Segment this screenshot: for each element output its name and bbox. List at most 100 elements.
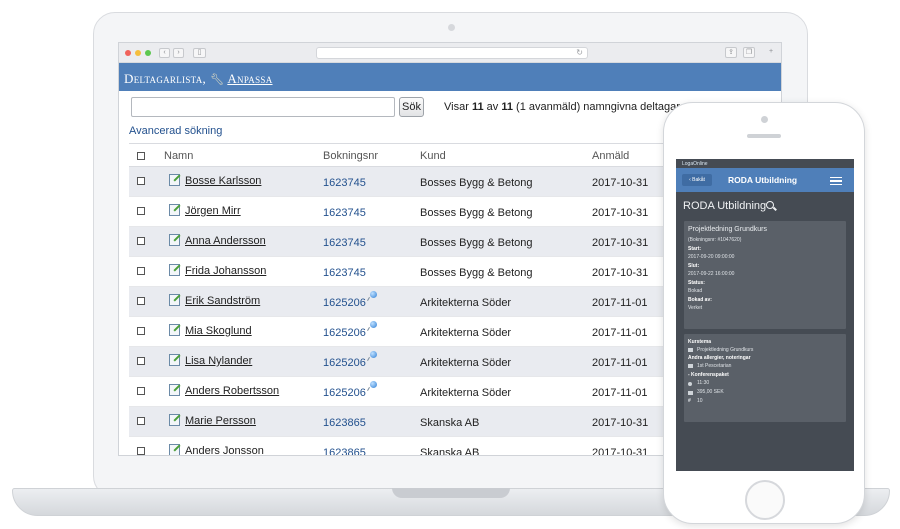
column-header-booking[interactable]: Bokningsnr [323, 150, 378, 162]
edit-icon[interactable] [169, 354, 180, 366]
booking-number-cell[interactable]: 1625206 [323, 327, 366, 339]
booking-number-cell[interactable]: 1623745 [323, 267, 366, 279]
time-value: 11:30 [697, 380, 710, 386]
participant-name-link[interactable]: Jörgen Mirr [185, 205, 241, 217]
minimize-window-icon[interactable] [135, 50, 141, 56]
end-label: Slut: [688, 263, 700, 269]
booking-number-cell[interactable]: 1625206 [323, 387, 366, 399]
column-header-registered[interactable]: Anmäld [592, 150, 629, 162]
table-row[interactable]: Marie Persson 1623865 Skanska AB 2017-10-31 [129, 407, 689, 437]
registered-date-cell: 2017-10-31 [592, 207, 649, 219]
row-checkbox[interactable] [137, 177, 145, 185]
theme-label: Kurstema [688, 339, 712, 345]
row-checkbox[interactable] [137, 417, 145, 425]
advanced-search-link[interactable]: Avancerad sökning [129, 125, 222, 137]
booking-card[interactable]: Projektledning Grundkurs (Bokningsnr: #1… [684, 221, 846, 329]
registered-date-cell: 2017-10-31 [592, 267, 649, 279]
edit-icon[interactable] [169, 264, 180, 276]
table-row[interactable]: Erik Sandström 1625206 Arkitekterna Söder 2… [129, 287, 689, 317]
logo: LogaOnline [682, 161, 708, 167]
search-button[interactable]: Sök [399, 97, 424, 117]
back-arrow-icon[interactable]: ‹ [159, 48, 170, 58]
participant-name-link[interactable]: Mia Skoglund [185, 325, 252, 337]
edit-icon[interactable] [169, 294, 180, 306]
search-icon[interactable] [766, 201, 774, 209]
row-checkbox[interactable] [137, 447, 145, 455]
edit-icon[interactable] [169, 234, 180, 246]
forward-arrow-icon[interactable]: › [173, 48, 184, 58]
maximize-window-icon[interactable] [145, 50, 151, 56]
address-bar[interactable]: ↻ [316, 47, 588, 59]
customer-cell: Arkitekterna Söder [420, 357, 512, 369]
row-checkbox[interactable] [137, 297, 145, 305]
select-all-checkbox[interactable] [137, 152, 145, 160]
participant-name-link[interactable]: Anna Andersson [185, 235, 266, 247]
pin-icon[interactable] [370, 321, 377, 328]
edit-icon[interactable] [169, 324, 180, 336]
customer-cell: Arkitekterna Söder [420, 297, 512, 309]
back-button[interactable]: ‹ Bakåt [682, 174, 712, 186]
booking-number-cell[interactable]: 1623865 [323, 417, 366, 429]
customer-cell: Arkitekterna Söder [420, 327, 512, 339]
booking-number-cell[interactable]: 1623865 [323, 447, 366, 455]
participant-name-link[interactable]: Anders Jonsson [185, 445, 264, 455]
table-row[interactable]: Bosse Karlsson 1623745 Bosses Bygg & Beton… [129, 167, 689, 197]
new-tab-icon[interactable]: + [765, 47, 777, 58]
registered-date-cell: 2017-10-31 [592, 177, 649, 189]
phone-screen: LogaOnline ‹ Bakåt RODA Utbildning RODA … [676, 159, 854, 471]
booking-number-cell[interactable]: 1623745 [323, 237, 366, 249]
participant-name-link[interactable]: Marie Persson [185, 415, 256, 427]
wrench-icon: 🔧︎ [210, 74, 225, 86]
pin-icon[interactable] [370, 381, 377, 388]
table-row[interactable]: Mia Skoglund 1625206 Arkitekterna Söder 201… [129, 317, 689, 347]
share-icon[interactable]: ⇪ [725, 47, 737, 58]
edit-icon[interactable] [169, 414, 180, 426]
column-header-customer[interactable]: Kund [420, 150, 446, 162]
start-label: Start: [688, 246, 702, 252]
tabs-icon[interactable]: ❐ [743, 47, 755, 58]
registered-date-cell: 2017-11-01 [592, 297, 648, 309]
table-header: Namn Bokningsnr Kund Anmäld [129, 143, 689, 167]
row-checkbox[interactable] [137, 327, 145, 335]
edit-icon[interactable] [169, 444, 180, 455]
pin-icon[interactable] [370, 291, 377, 298]
row-checkbox[interactable] [137, 387, 145, 395]
table-row[interactable]: Anders Jonsson 1623865 Skanska AB 2017-10-3… [129, 437, 689, 456]
edit-icon[interactable] [169, 174, 180, 186]
mobile-navbar: ‹ Bakåt RODA Utbildning [676, 168, 854, 192]
close-window-icon[interactable] [125, 50, 131, 56]
search-input[interactable] [131, 97, 395, 117]
reload-icon[interactable]: ↻ [576, 48, 583, 57]
table-row[interactable]: Lisa Nylander 1625206 Arkitekterna Söder 20… [129, 347, 689, 377]
customize-link[interactable]: Anpassa [227, 71, 272, 86]
edit-icon[interactable] [169, 384, 180, 396]
participant-name-link[interactable]: Frida Johansson [185, 265, 266, 277]
row-checkbox[interactable] [137, 357, 145, 365]
booked-by-label: Bokad av: [688, 297, 712, 303]
table-row[interactable]: Anna Andersson 1623745 Bosses Bygg & Beton… [129, 227, 689, 257]
table-row[interactable]: Anders Robertsson 1625206 Arkitekterna Söd… [129, 377, 689, 407]
participant-name-link[interactable]: Bosse Karlsson [185, 175, 261, 187]
row-checkbox[interactable] [137, 207, 145, 215]
phone-home-button[interactable] [745, 480, 785, 520]
row-checkbox[interactable] [137, 267, 145, 275]
hamburger-menu-icon[interactable] [830, 177, 842, 185]
participant-name-link[interactable]: Anders Robertsson [185, 385, 279, 397]
course-title: Projektledning Grundkurs [688, 226, 767, 233]
column-header-name[interactable]: Namn [164, 150, 193, 162]
participant-name-link[interactable]: Erik Sandström [185, 295, 260, 307]
booking-number-cell[interactable]: 1625206 [323, 357, 366, 369]
status-value: Bokad [688, 288, 703, 294]
table-row[interactable]: Jörgen Mirr 1623745 Bosses Bygg & Betong 20… [129, 197, 689, 227]
allergy-label: Andra allergier, noteringar [688, 355, 751, 361]
table-row[interactable]: Frida Johansson 1623745 Bosses Bygg & Beto… [129, 257, 689, 287]
booking-number-cell[interactable]: 1623745 [323, 207, 366, 219]
row-checkbox[interactable] [137, 237, 145, 245]
registered-date-cell: 2017-10-31 [592, 447, 649, 456]
booking-number-cell[interactable]: 1625206 [323, 297, 366, 309]
edit-icon[interactable] [169, 204, 180, 216]
booking-number-cell[interactable]: 1623745 [323, 177, 366, 189]
participant-name-link[interactable]: Lisa Nylander [185, 355, 252, 367]
pin-icon[interactable] [370, 351, 377, 358]
sidebar-icon[interactable]: ▯ [193, 48, 206, 58]
